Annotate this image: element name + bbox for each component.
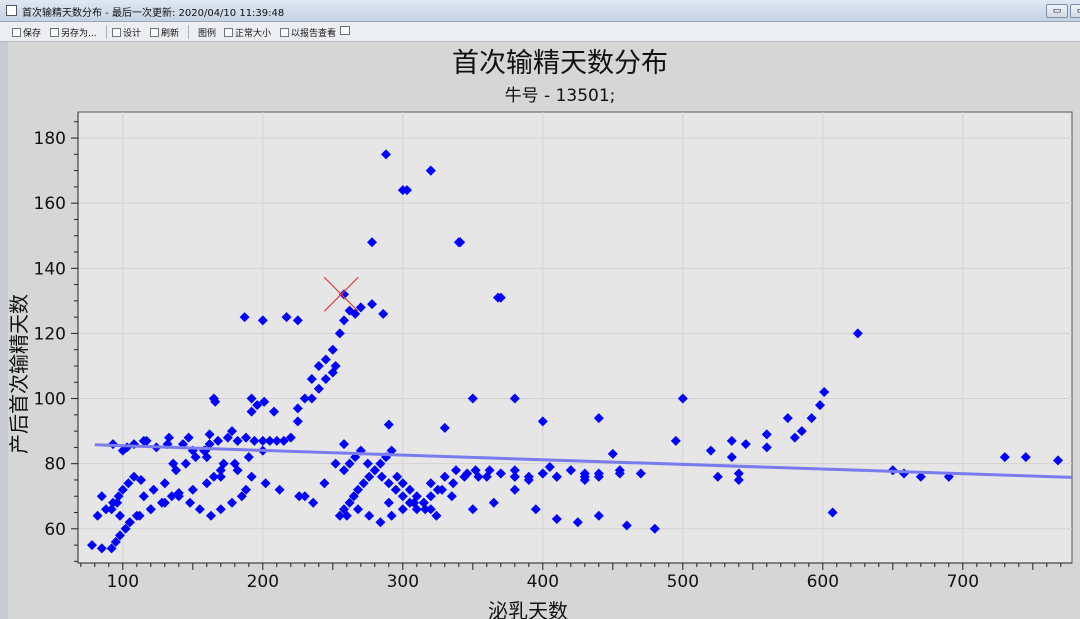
restore-button[interactable]: ▭ <box>1070 4 1080 18</box>
y-tick-label: 60 <box>44 520 66 540</box>
y-tick-label: 80 <box>44 455 66 475</box>
toolbar: 保存 另存为... 设计 刷新 图例 正常大小 以报告查看 ? <box>0 22 1080 42</box>
design-button[interactable]: 设计 <box>112 26 141 39</box>
save-button[interactable]: 保存 <box>12 26 41 39</box>
x-tick-label: 400 <box>527 572 559 592</box>
chart-title: 首次输精天数分布 <box>452 48 668 79</box>
magnifier-icon <box>280 28 289 37</box>
x-tick-label: 200 <box>247 572 279 592</box>
x-tick-label: 700 <box>947 572 979 592</box>
minimize-button[interactable]: ▭ <box>1046 4 1068 18</box>
x-tick-label: 300 <box>387 572 419 592</box>
chart-area: 首次输精天数分布 牛号 - 13501; 泌乳天数 产后首次输精天数 60 80 1… <box>8 42 1080 619</box>
save-as-icon <box>50 28 59 37</box>
y-tick-label: 120 <box>34 324 66 344</box>
x-axis-label: 泌乳天数 <box>488 599 568 619</box>
refresh-button[interactable]: 刷新 <box>150 26 179 39</box>
window-title: 首次输精天数分布 - 最后一次更新: 2020/04/10 11:39:48 <box>22 8 285 19</box>
toolbar-separator <box>106 25 107 39</box>
y-tick-label: 180 <box>34 129 66 149</box>
help-icon <box>340 26 350 35</box>
save-icon <box>12 28 21 37</box>
help-button[interactable]: ? <box>340 26 352 37</box>
window-titlebar: 首次输精天数分布 - 最后一次更新: 2020/04/10 11:39:48 ▭… <box>0 0 1080 22</box>
scatter-chart: 首次输精天数分布 牛号 - 13501; 泌乳天数 产后首次输精天数 60 80 1… <box>8 48 1073 619</box>
report-view-button[interactable]: 以报告查看 <box>280 26 336 39</box>
plot-background <box>77 111 1073 564</box>
app-icon <box>6 5 17 16</box>
normal-size-icon <box>224 28 233 37</box>
refresh-icon <box>150 28 159 37</box>
x-tick-label: 100 <box>107 572 139 592</box>
save-as-button[interactable]: 另存为... <box>50 26 97 39</box>
normal-size-button[interactable]: 正常大小 <box>224 26 271 39</box>
y-tick-label: 160 <box>34 194 66 214</box>
toolbar-separator <box>188 25 189 39</box>
y-axis-label: 产后首次输精天数 <box>8 294 31 454</box>
x-tick-label: 500 <box>667 572 699 592</box>
legend-button[interactable]: 图例 <box>198 26 216 39</box>
design-icon <box>112 28 121 37</box>
chart-subtitle: 牛号 - 13501; <box>505 86 616 106</box>
x-tick-label: 600 <box>807 572 839 592</box>
y-tick-label: 140 <box>34 259 66 279</box>
y-tick-label: 100 <box>34 390 66 410</box>
